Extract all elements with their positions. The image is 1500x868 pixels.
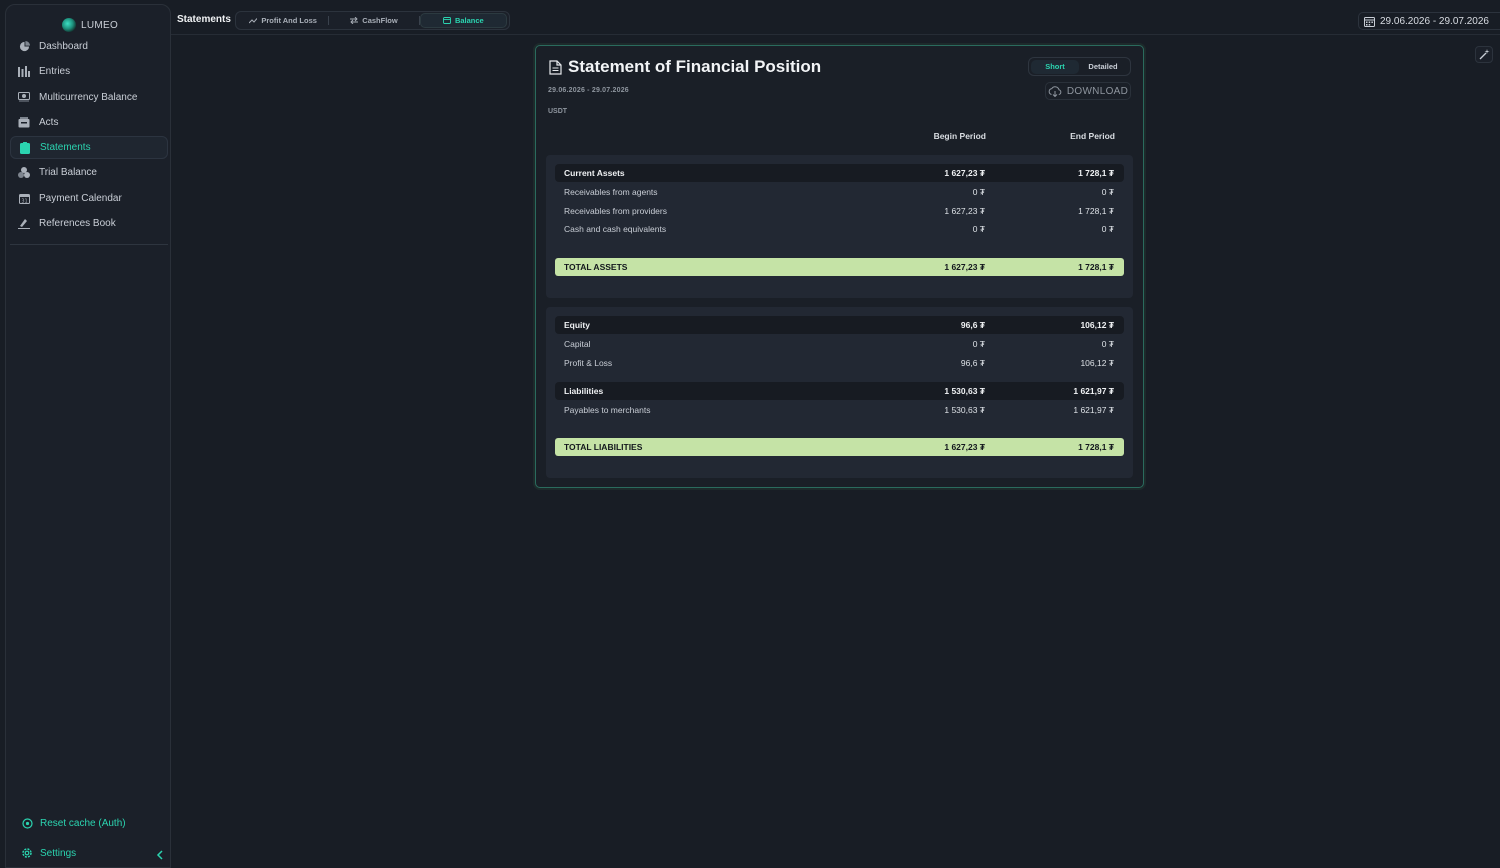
collapse-sidebar-button[interactable] bbox=[156, 847, 166, 860]
svg-text:31: 31 bbox=[21, 198, 27, 204]
liabilities-section: Equity 96,6 ₮ 106,12 ₮ Capital 0 ₮ 0 ₮ P… bbox=[546, 307, 1133, 478]
total-liabilities-row: TOTAL LIABILITIES 1 627,23 ₮ 1 728,1 ₮ bbox=[555, 438, 1124, 456]
sidebar-divider bbox=[10, 244, 168, 245]
sidebar-item-dashboard[interactable]: Dashboard bbox=[10, 35, 168, 58]
swap-icon bbox=[350, 17, 359, 24]
tab-cashflow[interactable]: CashFlow bbox=[329, 13, 418, 28]
tab-balance[interactable]: Balance bbox=[419, 13, 508, 28]
settings-button[interactable]: Settings bbox=[21, 847, 76, 859]
sidebar-item-label: Acts bbox=[39, 116, 59, 128]
date-range-value: 29.06.2026 - 29.07.2026 bbox=[1380, 15, 1489, 27]
sidebar-item-references-book[interactable]: References Book bbox=[10, 212, 168, 235]
table-row: Liabilities 1 530,63 ₮ 1 621,97 ₮ bbox=[555, 382, 1124, 400]
report-title: Statement of Financial Position bbox=[549, 57, 821, 77]
inbox-icon bbox=[18, 116, 30, 128]
coins-icon bbox=[18, 91, 30, 103]
table-row: Cash and cash equivalents 0 ₮ 0 ₮ bbox=[564, 224, 1114, 234]
statement-tabs: Profit And Loss CashFlow Balance bbox=[235, 11, 510, 30]
sidebar-item-label: References Book bbox=[39, 218, 116, 230]
sidebar: LUMEO Dashboard Entries Multicurrency Ba… bbox=[5, 4, 171, 868]
refresh-icon bbox=[21, 817, 33, 829]
sidebar-item-label: Payment Calendar bbox=[39, 192, 122, 204]
view-toggle: Short Detailed bbox=[1028, 57, 1131, 76]
view-detailed-button[interactable]: Detailed bbox=[1079, 60, 1127, 74]
app-name: LUMEO bbox=[81, 19, 119, 31]
sidebar-item-label: Multicurrency Balance bbox=[39, 91, 138, 103]
cloud-download-icon bbox=[1048, 85, 1062, 97]
settings-label: Settings bbox=[40, 847, 77, 859]
sidebar-item-trial-balance[interactable]: Trial Balance bbox=[10, 161, 168, 184]
report-period: 29.06.2026 - 29.07.2026 bbox=[548, 87, 629, 94]
column-header-end: End Period bbox=[1070, 131, 1115, 141]
table-row: Payables to merchants 1 530,63 ₮ 1 621,9… bbox=[564, 404, 1114, 415]
coins-stack-icon bbox=[18, 167, 30, 179]
table-row: Current Assets 1 627,23 ₮ 1 728,1 ₮ bbox=[555, 164, 1124, 182]
sidebar-item-label: Statements bbox=[40, 142, 91, 154]
gear-icon bbox=[21, 847, 33, 859]
magic-wand-button[interactable] bbox=[1475, 46, 1493, 63]
wallet-icon bbox=[442, 17, 451, 24]
assets-section: Current Assets 1 627,23 ₮ 1 728,1 ₮ Rece… bbox=[546, 155, 1133, 298]
table-row: Capital 0 ₮ 0 ₮ bbox=[564, 339, 1114, 349]
topbar-divider bbox=[171, 34, 1500, 35]
total-assets-row: TOTAL ASSETS 1 627,23 ₮ 1 728,1 ₮ bbox=[555, 258, 1124, 276]
table-row: Equity 96,6 ₮ 106,12 ₮ bbox=[555, 316, 1124, 334]
calendar-icon bbox=[1364, 16, 1375, 27]
clipboard-icon bbox=[19, 141, 31, 154]
reset-cache-button[interactable]: Reset cache (Auth) bbox=[21, 817, 126, 829]
report-title-text: Statement of Financial Position bbox=[568, 57, 822, 76]
pie-chart-icon bbox=[18, 41, 30, 53]
sidebar-item-payment-calendar[interactable]: 31 Payment Calendar bbox=[10, 187, 168, 210]
tab-label: Profit And Loss bbox=[261, 16, 317, 25]
trend-icon bbox=[249, 17, 258, 23]
sidebar-item-statements[interactable]: Statements bbox=[10, 136, 168, 160]
page-title: Statements bbox=[177, 14, 231, 25]
calendar-icon: 31 bbox=[18, 192, 30, 204]
view-short-button[interactable]: Short bbox=[1031, 59, 1079, 74]
sidebar-nav: Dashboard Entries Multicurrency Balance … bbox=[10, 35, 168, 237]
date-range-picker[interactable]: 29.06.2026 - 29.07.2026 bbox=[1358, 12, 1500, 30]
sidebar-item-label: Trial Balance bbox=[39, 167, 97, 179]
table-row: Receivables from agents 0 ₮ 0 ₮ bbox=[564, 187, 1114, 197]
download-label: DOWNLOAD bbox=[1066, 85, 1129, 97]
reset-cache-label: Reset cache (Auth) bbox=[40, 817, 126, 829]
sidebar-item-multicurrency-balance[interactable]: Multicurrency Balance bbox=[10, 86, 168, 109]
bar-chart-icon bbox=[18, 66, 30, 78]
logo-icon bbox=[62, 18, 76, 32]
magic-wand-icon bbox=[1479, 49, 1489, 60]
tab-label: Balance bbox=[454, 16, 484, 25]
sidebar-item-entries[interactable]: Entries bbox=[10, 60, 168, 83]
table-row: Receivables from providers 1 627,23 ₮ 1 … bbox=[564, 205, 1114, 216]
tab-label: CashFlow bbox=[362, 16, 398, 25]
tab-profit-and-loss[interactable]: Profit And Loss bbox=[238, 13, 328, 28]
sidebar-item-label: Entries bbox=[39, 66, 71, 78]
column-header-begin: Begin Period bbox=[933, 131, 986, 141]
sidebar-item-label: Dashboard bbox=[39, 41, 88, 52]
chevron-left-icon bbox=[156, 850, 163, 860]
signature-icon bbox=[18, 218, 30, 230]
report-currency: USDT bbox=[548, 108, 568, 115]
sidebar-item-acts[interactable]: Acts bbox=[10, 111, 168, 134]
app-logo[interactable]: LUMEO bbox=[62, 17, 118, 33]
document-icon bbox=[549, 59, 562, 75]
download-button[interactable]: DOWNLOAD bbox=[1045, 82, 1131, 100]
statement-card: Statement of Financial Position 29.06.20… bbox=[535, 45, 1144, 488]
table-row: Profit & Loss 96,6 ₮ 106,12 ₮ bbox=[564, 357, 1114, 368]
